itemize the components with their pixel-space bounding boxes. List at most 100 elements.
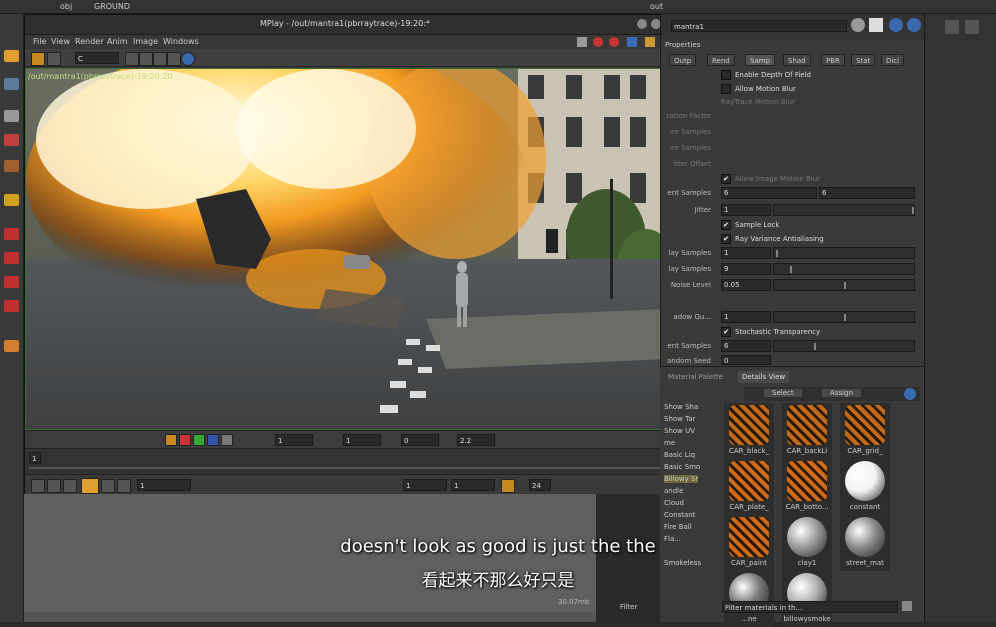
- menu-render[interactable]: Render: [75, 37, 103, 46]
- material-tile[interactable]: CAR_plate_: [724, 459, 774, 515]
- list-item[interactable]: Constant: [664, 511, 695, 519]
- settings-icon[interactable]: [645, 37, 655, 47]
- gear-icon[interactable]: [851, 18, 865, 32]
- assign-button[interactable]: Assign: [822, 389, 861, 397]
- tab-statistics[interactable]: Stat: [851, 54, 876, 66]
- min-ray-samples-field[interactable]: 1: [721, 247, 771, 259]
- menu-image[interactable]: Image: [133, 37, 158, 46]
- tool-d-button[interactable]: [167, 52, 181, 66]
- menu-file[interactable]: File: [33, 37, 46, 46]
- jump-start-button[interactable]: [31, 479, 45, 493]
- list-item[interactable]: Fire Ball: [664, 523, 692, 531]
- material-tile[interactable]: CAR_grid_: [840, 403, 890, 459]
- material-tile[interactable]: CAR_black_: [724, 403, 774, 459]
- offset-field[interactable]: 0: [401, 434, 439, 446]
- material-tile[interactable]: CAR_botto...: [782, 459, 832, 515]
- filter-options-icon[interactable]: [902, 601, 912, 611]
- sample-lock-row[interactable]: ✔ Sample Lock: [721, 220, 779, 230]
- help-icon[interactable]: [907, 18, 921, 32]
- tab-material-palette[interactable]: Material Palette: [664, 371, 727, 383]
- enable-dof-row[interactable]: Enable Depth Of Field: [721, 70, 811, 80]
- list-item[interactable]: Show Sha: [664, 403, 698, 411]
- channel-menu-button[interactable]: [47, 52, 61, 66]
- ray-variance-aa-checkbox[interactable]: ✔: [721, 234, 731, 244]
- rgb-button[interactable]: [165, 434, 177, 446]
- transparent-samples-slider[interactable]: [773, 340, 915, 352]
- gamma-field[interactable]: 2.2: [457, 434, 495, 446]
- tab-dicing[interactable]: Dici: [881, 54, 905, 66]
- list-item[interactable]: Basic Smo: [664, 463, 700, 471]
- snap-tool-icon[interactable]: [4, 194, 19, 206]
- render-tool-icon[interactable]: [4, 276, 19, 288]
- pose-tool-icon[interactable]: [4, 110, 19, 122]
- shadow-quality-slider[interactable]: [773, 311, 915, 323]
- list-item[interactable]: Billowy Sr: [664, 475, 699, 483]
- channel-select[interactable]: C: [75, 52, 119, 64]
- material-tile[interactable]: CAR_backLi: [782, 403, 832, 459]
- stop-button[interactable]: [81, 478, 99, 494]
- list-item[interactable]: Cloud: [664, 499, 684, 507]
- list-item[interactable]: Show Tar: [664, 415, 695, 423]
- pixel-samples-x-field[interactable]: 6: [721, 187, 817, 199]
- stochastic-transparency-row[interactable]: ✔ Stochastic Transparency: [721, 327, 820, 337]
- node-name-field[interactable]: mantra1: [671, 20, 847, 32]
- shadow-quality-field[interactable]: 1: [721, 311, 771, 323]
- record-icon[interactable]: [593, 37, 603, 47]
- start-frame-field[interactable]: 1: [403, 479, 447, 491]
- material-tile[interactable]: constant: [840, 459, 890, 515]
- sample-lock-checkbox[interactable]: ✔: [721, 220, 731, 230]
- jump-end-button[interactable]: [117, 479, 131, 493]
- list-item[interactable]: me: [664, 439, 675, 447]
- min-ray-samples-slider[interactable]: [773, 247, 915, 259]
- pixel-samples-y-field[interactable]: 6: [819, 187, 915, 199]
- step-back-button[interactable]: [47, 479, 61, 493]
- timeline[interactable]: 1: [25, 448, 665, 474]
- path-obj[interactable]: obj: [54, 0, 78, 13]
- pane-split-icon[interactable]: [965, 20, 979, 34]
- tab-shading[interactable]: Shad: [783, 54, 811, 66]
- path-ground[interactable]: GROUND: [88, 0, 136, 13]
- tab-sampling[interactable]: Samp: [745, 54, 775, 66]
- fps-field[interactable]: 24: [529, 479, 551, 491]
- menu-view[interactable]: View: [51, 37, 70, 46]
- contrast-field[interactable]: 1: [343, 434, 381, 446]
- random-seed-field[interactable]: 0: [721, 355, 771, 365]
- noise-level-field[interactable]: 0.05: [721, 279, 771, 291]
- timeline-track[interactable]: [29, 467, 661, 469]
- network-pane[interactable]: 30.07mb: [24, 494, 596, 622]
- play-button[interactable]: [101, 479, 115, 493]
- realtime-button[interactable]: [501, 479, 515, 493]
- tab-render[interactable]: Rend: [707, 54, 735, 66]
- minimize-icon[interactable]: [637, 19, 647, 29]
- green-channel-button[interactable]: [193, 434, 205, 446]
- exposure-field[interactable]: 1: [275, 434, 313, 446]
- allow-motion-blur-row[interactable]: Allow Motion Blur: [721, 84, 796, 94]
- refresh-icon[interactable]: [627, 37, 637, 47]
- current-frame-field[interactable]: 1: [137, 479, 191, 491]
- tool-a-button[interactable]: [125, 52, 139, 66]
- path-out[interactable]: out: [644, 0, 669, 13]
- camera-tool-icon[interactable]: [4, 252, 19, 264]
- particle-tool-icon[interactable]: [4, 340, 19, 352]
- allow-motion-blur-checkbox[interactable]: [721, 84, 731, 94]
- info-icon[interactable]: [889, 18, 903, 32]
- menu-anim[interactable]: Anim: [107, 37, 128, 46]
- tab-pbr[interactable]: PBR: [821, 54, 845, 66]
- play-reverse-button[interactable]: [63, 479, 77, 493]
- info-icon[interactable]: [181, 52, 195, 66]
- alpha-channel-button[interactable]: [221, 434, 233, 446]
- tool-b-button[interactable]: [139, 52, 153, 66]
- jitter-slider[interactable]: [773, 204, 915, 216]
- blue-channel-button[interactable]: [207, 434, 219, 446]
- jitter-field[interactable]: 1: [721, 204, 771, 216]
- houdini-help-icon[interactable]: [869, 18, 883, 32]
- max-ray-samples-field[interactable]: 9: [721, 263, 771, 275]
- stochastic-transparency-checkbox[interactable]: ✔: [721, 327, 731, 337]
- pane-menu-icon[interactable]: [945, 20, 959, 34]
- list-item[interactable]: andle: [664, 487, 683, 495]
- tab-output[interactable]: Outp: [669, 54, 697, 66]
- menu-windows[interactable]: Windows: [163, 37, 199, 46]
- enable-dof-checkbox[interactable]: [721, 70, 731, 80]
- ipr-tool-icon[interactable]: [4, 300, 19, 312]
- red-channel-button[interactable]: [179, 434, 191, 446]
